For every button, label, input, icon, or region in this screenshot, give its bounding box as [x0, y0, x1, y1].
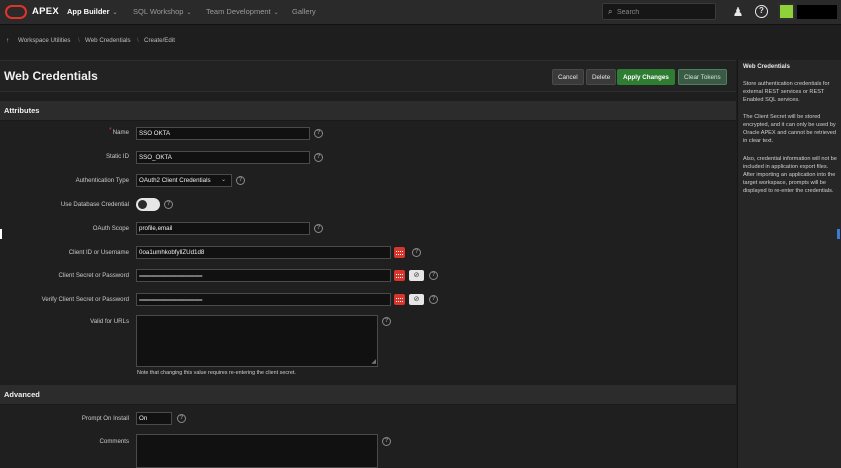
search-icon: ⌕ — [608, 7, 613, 16]
oauth-scope-label: OAuth Scope — [92, 225, 129, 232]
valid-urls-note: Note that changing this value requires r… — [137, 370, 296, 376]
apply-changes-button[interactable]: Apply Changes — [617, 69, 675, 85]
help-paragraph: The Client Secret will be stored encrypt… — [743, 114, 836, 144]
avatar[interactable] — [778, 3, 795, 20]
breadcrumb-workspace-utilities[interactable]: Workspace Utilities — [18, 37, 71, 44]
top-navigation-bar: APEX App Builder ⌄ SQL Workshop ⌄ Team Dev… — [0, 0, 841, 25]
nav-app-builder[interactable]: App Builder ⌄ — [67, 7, 118, 16]
help-paragraph: Also, credential information will not be… — [743, 156, 837, 194]
help-panel-title: Web Credentials — [743, 64, 790, 70]
advanced-title: Advanced — [4, 390, 40, 399]
left-edge-marker — [0, 229, 2, 239]
account-name-redacted[interactable] — [797, 5, 837, 19]
nav-sql-workshop[interactable]: SQL Workshop ⌄ — [133, 7, 191, 16]
client-secret-input[interactable]: ••••••••••••••••••••••••••••••••••••••••… — [136, 269, 391, 282]
brand-name[interactable]: APEX — [32, 6, 59, 17]
breadcrumb-separator: \ — [78, 37, 80, 44]
client-secret-label: Client Secret or Password — [58, 272, 129, 279]
auth-type-select[interactable]: OAuth2 Client Credentials ⌄ — [136, 174, 232, 187]
help-icon[interactable]: ? — [236, 176, 245, 185]
nav-team-development[interactable]: Team Development ⌄ — [206, 7, 279, 16]
breadcrumb-web-credentials[interactable]: Web Credentials — [85, 37, 131, 44]
use-db-credential-label: Use Database Credential — [60, 201, 129, 208]
cancel-button[interactable]: Cancel — [552, 69, 584, 85]
eye-slash-icon[interactable]: ⊘ — [409, 270, 424, 281]
page-title: Web Credentials — [4, 69, 98, 83]
help-icon[interactable]: ? — [412, 248, 421, 257]
help-panel: Web Credentials Store authentication cre… — [737, 60, 841, 468]
help-icon[interactable]: ? — [314, 153, 323, 162]
help-icon[interactable]: ? — [164, 200, 173, 209]
right-edge-scroll-indicator[interactable] — [837, 229, 840, 239]
clear-tokens-button[interactable]: Clear Tokens — [678, 69, 727, 85]
valid-urls-textarea[interactable]: ◢ — [136, 315, 378, 367]
copy-icon[interactable] — [394, 270, 405, 281]
chevron-down-icon: ⌄ — [220, 177, 226, 183]
breadcrumb-create-edit: Create/Edit — [144, 37, 175, 44]
attributes-region-header[interactable]: Attributes — [0, 101, 736, 121]
verify-secret-label: Verify Client Secret or Password — [41, 296, 129, 303]
attributes-title: Attributes — [4, 106, 40, 115]
use-db-credential-toggle[interactable] — [136, 198, 160, 211]
help-icon[interactable]: ? — [177, 414, 186, 423]
chevron-down-icon: ⌄ — [273, 10, 279, 16]
client-id-input[interactable]: 0oa1umhkobfyllZUd1d8 — [136, 246, 391, 259]
valid-urls-label: Valid for URLs — [90, 318, 129, 325]
nav-gallery[interactable]: Gallery — [292, 7, 316, 16]
apex-logo-icon[interactable] — [5, 5, 27, 19]
help-icon[interactable]: ? — [314, 129, 323, 138]
help-icon[interactable]: ? — [314, 224, 323, 233]
copy-icon[interactable] — [394, 247, 405, 258]
toggle-knob — [138, 200, 147, 209]
comments-textarea[interactable] — [136, 434, 378, 468]
name-input[interactable]: SSO OKTA — [136, 127, 310, 140]
prompt-on-install-label: Prompt On Install — [81, 415, 129, 422]
chevron-down-icon: ⌄ — [112, 10, 118, 16]
verify-secret-input[interactable]: ••••••••••••••••••••••••••••••••••••••••… — [136, 293, 391, 306]
help-paragraph: Store authentication credentials for ext… — [743, 81, 830, 103]
auth-type-label: Authentication Type — [75, 177, 129, 184]
help-icon[interactable]: ? — [382, 437, 391, 446]
comments-label: Comments — [99, 438, 129, 445]
help-icon[interactable]: ? — [429, 295, 438, 304]
advanced-region-header[interactable]: Advanced — [0, 385, 736, 405]
help-icon[interactable]: ? — [429, 271, 438, 280]
search-box[interactable]: ⌕ — [602, 3, 716, 20]
up-arrow-icon[interactable]: ↑ — [6, 37, 9, 44]
search-input[interactable] — [617, 6, 713, 18]
oauth-scope-input[interactable]: profile,email — [136, 222, 310, 235]
client-id-label: Client ID or Username — [68, 249, 129, 256]
static-id-input[interactable]: SSO_OKTA — [136, 151, 310, 164]
static-id-label: Static ID — [105, 153, 129, 160]
help-icon[interactable]: ? — [755, 5, 768, 18]
copy-icon[interactable] — [394, 294, 405, 305]
resize-grip-icon[interactable]: ◢ — [371, 358, 376, 365]
prompt-on-install-select[interactable]: On — [136, 412, 172, 425]
eye-slash-icon[interactable]: ⊘ — [409, 294, 424, 305]
page-header: Web Credentials Cancel Delete Apply Chan… — [0, 60, 736, 92]
breadcrumb-separator: \ — [137, 37, 139, 44]
delete-button[interactable]: Delete — [586, 69, 617, 85]
help-icon[interactable]: ? — [382, 317, 391, 326]
name-label: *Name — [109, 127, 129, 136]
chevron-down-icon: ⌄ — [186, 10, 192, 16]
person-plus-icon[interactable]: ♟ — [730, 4, 746, 20]
